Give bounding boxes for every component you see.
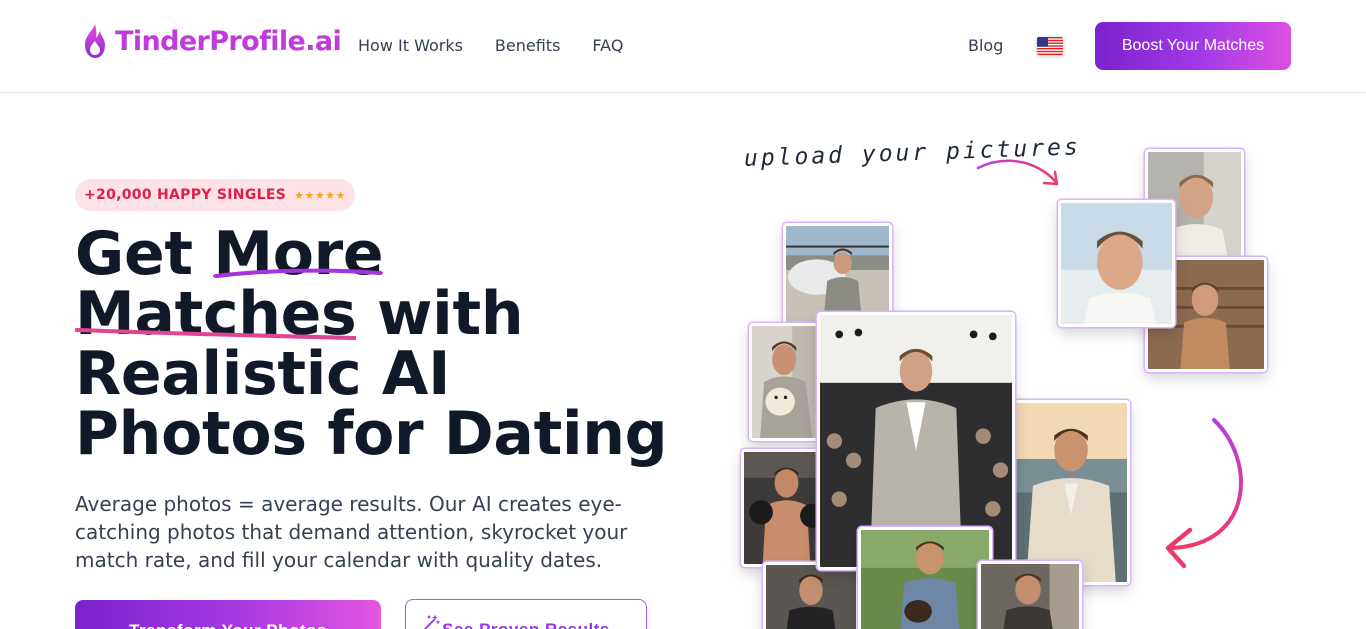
- see-results-button[interactable]: See Proven Results: [405, 599, 647, 629]
- happy-singles-badge: +20,000 HAPPY SINGLES ★★★★★: [75, 179, 355, 211]
- suit-photo: [763, 562, 859, 629]
- site-header: TinderProfile.ai How It Works Benefits F…: [0, 0, 1366, 93]
- flame-icon: [85, 24, 105, 58]
- logo[interactable]: TinderProfile.ai: [81, 21, 342, 61]
- selfie-photo-2-image: [1061, 203, 1172, 324]
- nav-benefits[interactable]: Benefits: [495, 36, 561, 55]
- arrow-curve-icon: [1165, 418, 1243, 569]
- dog-photo-image: [752, 326, 819, 438]
- upload-pictures-note: upload your pictures: [743, 134, 1082, 172]
- transform-photos-button[interactable]: Transform Your Photos: [75, 600, 381, 629]
- headline-highlight-matches: Matches: [75, 279, 357, 349]
- logo-text: TinderProfile.ai: [115, 25, 342, 57]
- dog-photo: [749, 323, 822, 441]
- us-flag-icon[interactable]: [1037, 37, 1063, 55]
- marina-photo: [1012, 400, 1130, 585]
- magic-wand-icon: [424, 615, 440, 629]
- office-photo: [978, 561, 1082, 629]
- suit-photo-image: [766, 565, 856, 629]
- park-dog-photo-image: [861, 530, 989, 629]
- nav-blog[interactable]: Blog: [968, 36, 1003, 55]
- star-rating-icon: ★★★★★: [294, 188, 346, 202]
- office-photo-image: [981, 564, 1079, 629]
- nav-how-it-works[interactable]: How It Works: [358, 36, 463, 55]
- marina-photo-image: [1015, 403, 1127, 582]
- hero-headline: Get More Matches with Realistic AI Photo…: [75, 224, 675, 464]
- hero-subheadline: Average photos = average results. Our AI…: [75, 492, 628, 572]
- nav-faq[interactable]: FAQ: [592, 36, 623, 55]
- park-dog-photo: [858, 527, 992, 629]
- main-nav: How It Works Benefits FAQ: [358, 36, 623, 55]
- badge-text: +20,000 HAPPY SINGLES: [84, 187, 287, 203]
- helicopter-photo-image: [786, 226, 889, 324]
- headline-highlight-more: More: [213, 219, 384, 289]
- see-results-label: See Proven Results: [442, 619, 610, 629]
- boost-matches-button[interactable]: Boost Your Matches: [1095, 22, 1291, 70]
- selfie-photo-2: [1058, 200, 1175, 327]
